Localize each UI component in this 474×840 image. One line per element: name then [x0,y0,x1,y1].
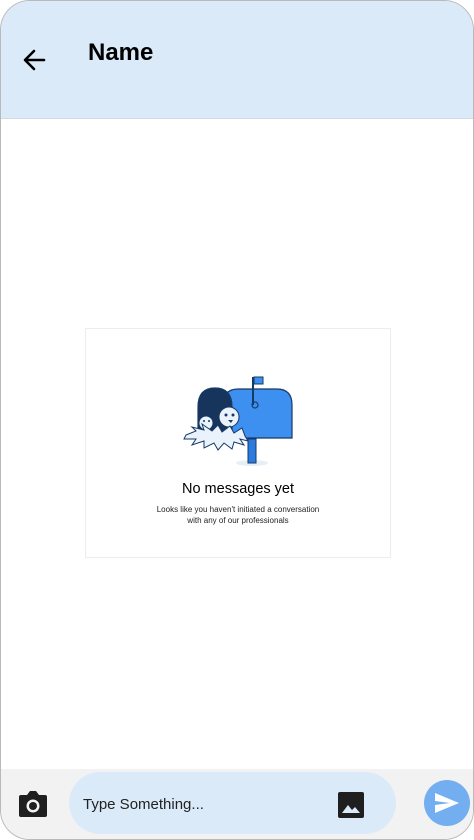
mailbox-with-birds-illustration [183,376,293,466]
message-input[interactable] [81,789,325,819]
send-button[interactable] [424,780,470,826]
message-composer [1,769,473,839]
chat-screen: Name No messages yet Looks like you have… [0,0,474,840]
empty-state-subtitle-line-2: with any of our professionals [187,516,289,525]
camera-icon [19,791,47,817]
empty-state-card: No messages yet Looks like you haven't i… [85,328,391,558]
arrow-left-icon [23,49,46,71]
page-title: Name [88,39,154,66]
empty-state-title: No messages yet [181,481,295,497]
camera-button[interactable] [17,789,49,819]
image-icon [338,792,364,818]
empty-state-subtitle: Looks like you haven't initiated a conve… [86,504,390,526]
app-header: Name [1,1,473,119]
gallery-button[interactable] [337,791,365,819]
back-button[interactable] [19,45,49,75]
send-icon [435,793,459,813]
message-input-container [69,772,396,834]
empty-state-subtitle-line-1: Looks like you haven't initiated a conve… [156,505,320,514]
